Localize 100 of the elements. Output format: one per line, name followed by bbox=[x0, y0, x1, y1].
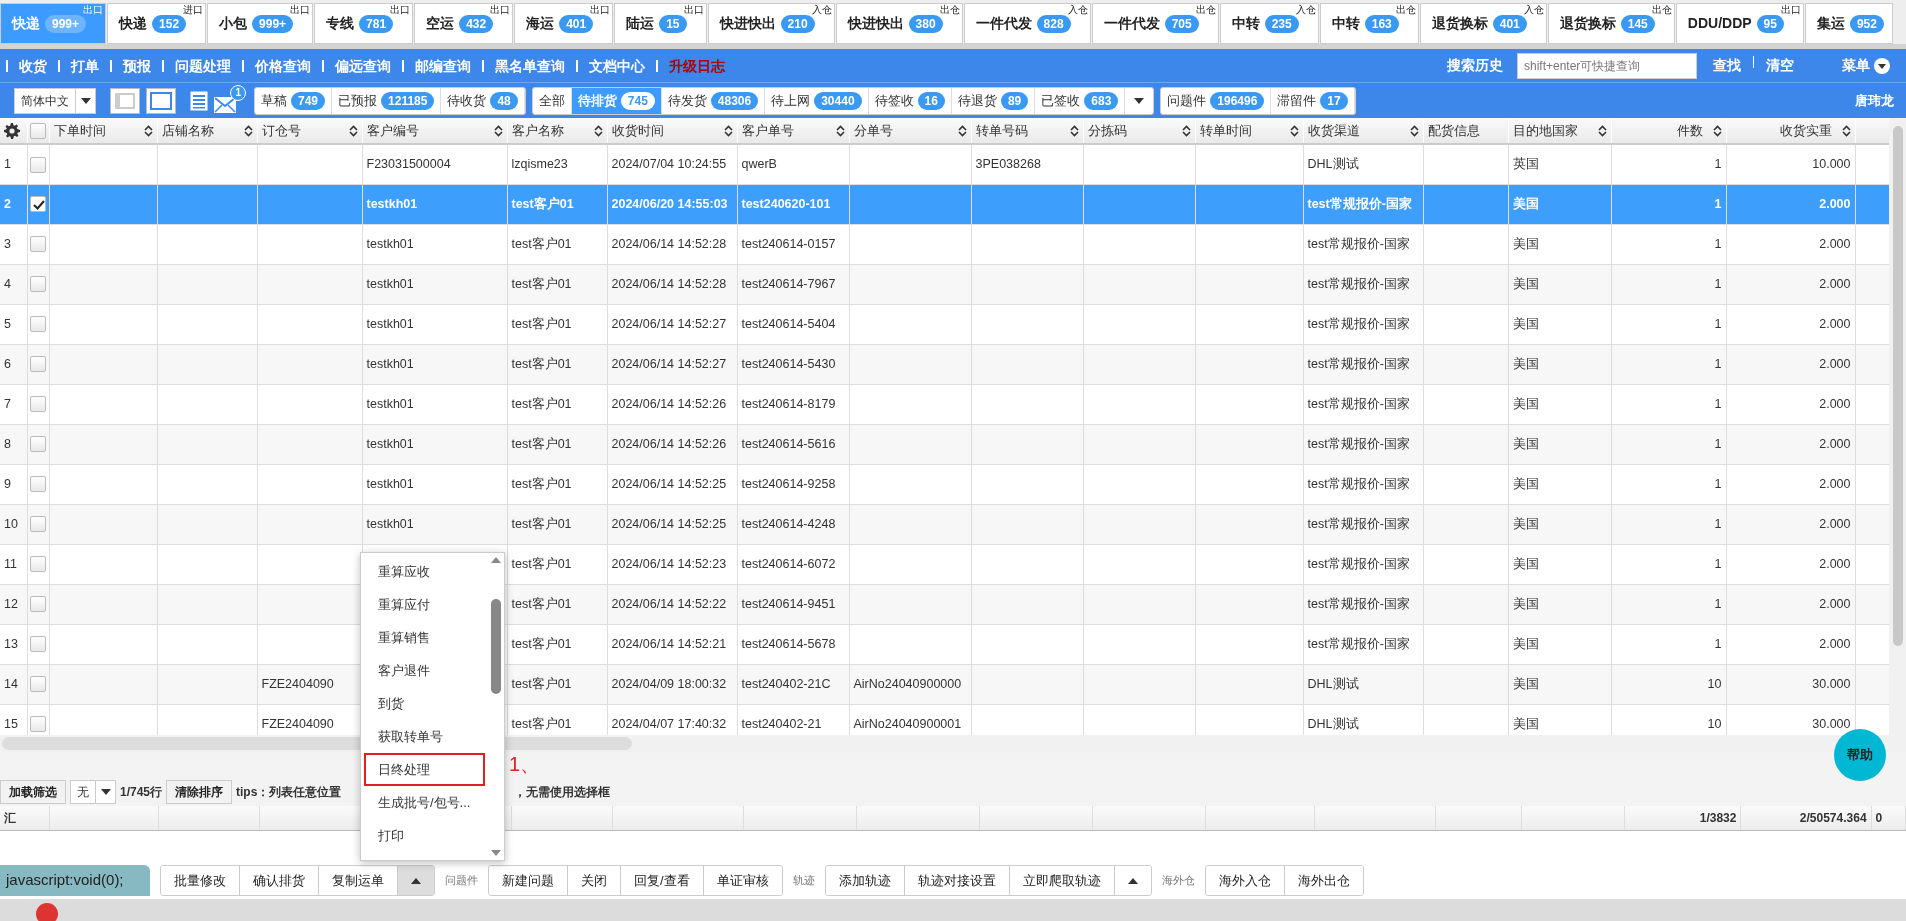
action-button[interactable]: 添加轨迹 bbox=[825, 865, 905, 896]
sort-icon[interactable] bbox=[1289, 124, 1299, 137]
nav-link[interactable]: 偏远查询 bbox=[322, 59, 402, 72]
nav-link[interactable]: 文档中心 bbox=[576, 59, 656, 72]
filter-tab[interactable]: 待签收 16 bbox=[868, 87, 952, 114]
nav-link[interactable]: 打单 bbox=[58, 59, 110, 72]
category-tab[interactable]: 一件代发 828 入仓 bbox=[963, 3, 1091, 44]
filter-tab[interactable]: 问题件 196496 bbox=[1161, 87, 1272, 114]
settings-icon[interactable] bbox=[4, 123, 20, 140]
select-all-checkbox[interactable] bbox=[29, 123, 46, 140]
search-history-link[interactable]: 搜索历史 bbox=[1447, 55, 1503, 76]
menu-item[interactable]: 重算应付 bbox=[364, 588, 485, 621]
row-number[interactable]: 6 bbox=[0, 344, 27, 384]
sort-icon[interactable] bbox=[1409, 124, 1419, 137]
menu-item[interactable]: 到货 bbox=[364, 687, 485, 720]
menu-item[interactable]: 生成批号/包号... bbox=[364, 786, 485, 819]
row-number[interactable]: 14 bbox=[0, 664, 27, 704]
row-number[interactable]: 7 bbox=[0, 384, 27, 424]
clear-link[interactable]: 清空 bbox=[1766, 55, 1794, 76]
row-number[interactable]: 8 bbox=[0, 424, 27, 464]
sort-icon[interactable] bbox=[957, 124, 967, 137]
category-tab[interactable]: 海运 401 出口 bbox=[514, 3, 614, 44]
row-checkbox[interactable] bbox=[29, 436, 46, 453]
category-tab[interactable]: 陆运 15 出口 bbox=[614, 3, 707, 44]
column-header[interactable]: 订仓号 bbox=[257, 118, 362, 144]
category-tab[interactable]: DDU/DDP 95 出口 bbox=[1675, 3, 1804, 44]
layout-icon[interactable] bbox=[146, 87, 176, 114]
column-header[interactable]: 店铺名称 bbox=[157, 118, 257, 144]
category-tab[interactable]: 退货换标 401 入仓 bbox=[1419, 3, 1547, 44]
nav-link[interactable]: 黑名单查询 bbox=[482, 59, 576, 72]
column-header[interactable]: 目的地国家 bbox=[1508, 118, 1611, 144]
search-field[interactable]: shift+enter可快捷查询 bbox=[1517, 52, 1697, 79]
menu-item[interactable]: 获取转单号 bbox=[364, 720, 485, 753]
row-checkbox[interactable] bbox=[29, 156, 46, 173]
category-tab[interactable]: 空运 432 出口 bbox=[414, 3, 514, 44]
list-icon[interactable] bbox=[190, 90, 208, 111]
language-select[interactable]: 简体中文 bbox=[14, 87, 96, 114]
sort-icon[interactable] bbox=[348, 124, 358, 137]
category-tab[interactable]: 小包 999+ 出口 bbox=[207, 3, 314, 44]
column-header[interactable]: 转单号码 bbox=[971, 118, 1083, 144]
row-checkbox[interactable] bbox=[29, 316, 46, 333]
sort-icon[interactable] bbox=[593, 124, 603, 137]
sort-icon[interactable] bbox=[143, 124, 153, 137]
category-tab[interactable]: 中转 235 入仓 bbox=[1219, 3, 1319, 44]
row-checkbox[interactable] bbox=[29, 716, 46, 733]
sort-icon[interactable] bbox=[243, 124, 253, 137]
app-icon[interactable] bbox=[36, 902, 58, 921]
row-checkbox[interactable] bbox=[29, 396, 46, 413]
mail-icon[interactable] bbox=[214, 96, 236, 113]
menu-item[interactable]: 重算应收 bbox=[364, 555, 485, 588]
row-number[interactable]: 5 bbox=[0, 304, 27, 344]
menu-link[interactable]: 菜单 bbox=[1842, 55, 1890, 76]
column-header[interactable]: 收货渠道 bbox=[1303, 118, 1423, 144]
nav-link[interactable]: 邮编查询 bbox=[402, 59, 482, 72]
row-number[interactable]: 11 bbox=[0, 544, 27, 584]
filter-select[interactable]: 无 bbox=[70, 780, 116, 804]
menu-item[interactable]: 重算销售 bbox=[364, 621, 485, 654]
row-checkbox[interactable] bbox=[29, 476, 46, 493]
row-checkbox[interactable] bbox=[29, 196, 46, 213]
nav-link[interactable]: 预报 bbox=[110, 59, 162, 72]
sort-icon[interactable] bbox=[835, 124, 845, 137]
category-tab[interactable]: 快递 152 进口 bbox=[107, 3, 207, 44]
category-tab[interactable]: 中转 163 出仓 bbox=[1319, 3, 1419, 44]
row-number[interactable]: 3 bbox=[0, 224, 27, 264]
menu-item[interactable]: 打印 bbox=[364, 819, 485, 852]
column-header[interactable]: 客户名称 bbox=[507, 118, 607, 144]
row-checkbox[interactable] bbox=[29, 636, 46, 653]
row-number[interactable]: 12 bbox=[0, 584, 27, 624]
sort-icon[interactable] bbox=[493, 124, 503, 137]
column-header[interactable]: 转单时间 bbox=[1195, 118, 1303, 144]
vertical-scrollbar[interactable] bbox=[1889, 118, 1906, 735]
sort-icon[interactable] bbox=[1181, 124, 1191, 137]
sort-icon[interactable] bbox=[1069, 124, 1079, 137]
row-checkbox[interactable] bbox=[29, 596, 46, 613]
row-checkbox[interactable] bbox=[29, 276, 46, 293]
row-checkbox[interactable] bbox=[29, 556, 46, 573]
category-tab[interactable]: 退货换标 145 出仓 bbox=[1547, 3, 1675, 44]
row-number[interactable]: 10 bbox=[0, 504, 27, 544]
filter-tab[interactable]: 待发货 48306 bbox=[661, 87, 766, 114]
sort-icon[interactable] bbox=[1597, 124, 1607, 137]
nav-link[interactable]: 收货 bbox=[6, 59, 58, 72]
action-button[interactable]: 批量修改 bbox=[161, 865, 240, 896]
nav-link[interactable]: 价格查询 bbox=[242, 59, 322, 72]
row-number[interactable]: 9 bbox=[0, 464, 27, 504]
category-tab[interactable]: 快进快出 380 出仓 bbox=[835, 3, 963, 44]
layout-icon[interactable] bbox=[110, 87, 140, 114]
user-name[interactable]: 唐玮龙 bbox=[1855, 90, 1894, 111]
more-button[interactable] bbox=[398, 865, 434, 896]
category-tab[interactable]: 专线 781 出口 bbox=[314, 3, 414, 44]
row-number[interactable]: 1 bbox=[0, 144, 27, 184]
filter-tab[interactable]: 滞留件 17 bbox=[1271, 87, 1355, 114]
action-button[interactable]: 新建问题 bbox=[489, 865, 568, 896]
filter-tab[interactable]: 草稿 749 bbox=[255, 87, 333, 114]
filter-tab[interactable]: 待收货 48 bbox=[441, 87, 525, 114]
row-checkbox[interactable] bbox=[29, 356, 46, 373]
column-header[interactable]: 分单号 bbox=[849, 118, 971, 144]
column-header[interactable]: 分拣码 bbox=[1083, 118, 1195, 144]
filter-tab[interactable]: 已预报 121185 bbox=[332, 87, 442, 114]
filter-tab[interactable]: 已签收 683 bbox=[1035, 87, 1126, 114]
row-number[interactable]: 4 bbox=[0, 264, 27, 304]
